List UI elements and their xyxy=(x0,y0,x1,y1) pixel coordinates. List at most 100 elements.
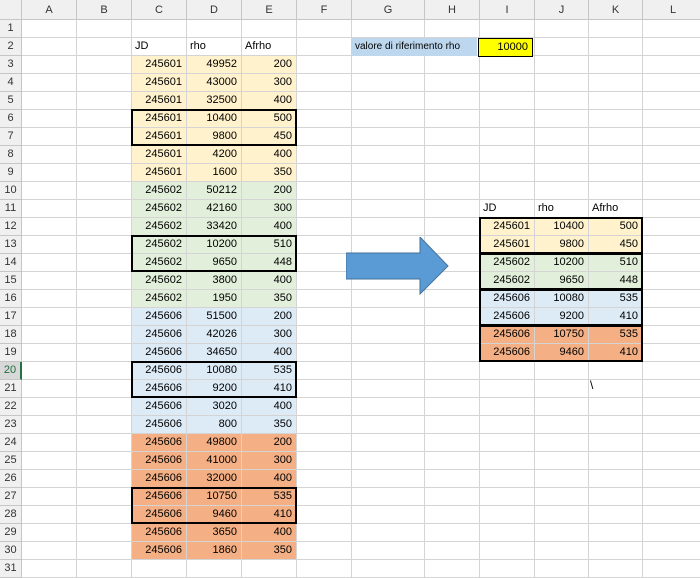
cell[interactable] xyxy=(480,416,535,434)
left-jd-cell[interactable]: 245601 xyxy=(132,146,187,164)
cell[interactable] xyxy=(297,542,352,560)
cell[interactable] xyxy=(643,470,700,488)
row-header-13[interactable]: 13 xyxy=(0,236,22,254)
cell[interactable] xyxy=(77,236,132,254)
cell[interactable] xyxy=(22,272,77,290)
left-rho-cell[interactable]: 9200 xyxy=(187,380,242,398)
left-rho-cell[interactable]: 10080 xyxy=(187,362,242,380)
cell[interactable] xyxy=(77,470,132,488)
cell[interactable] xyxy=(77,506,132,524)
left-rho-cell[interactable]: 4200 xyxy=(187,146,242,164)
column-header-d[interactable]: D xyxy=(187,0,242,20)
reference-value-cell[interactable]: 10000 xyxy=(478,38,533,57)
row-header-20[interactable]: 20 xyxy=(0,362,22,380)
cell[interactable] xyxy=(77,74,132,92)
left-rho-cell[interactable]: 33420 xyxy=(187,218,242,236)
cell[interactable] xyxy=(132,560,187,578)
row-header-30[interactable]: 30 xyxy=(0,542,22,560)
right-header-rho[interactable]: rho xyxy=(535,200,589,218)
cell[interactable] xyxy=(589,470,643,488)
left-afrho-cell[interactable]: 400 xyxy=(242,470,297,488)
cell[interactable] xyxy=(77,398,132,416)
cell[interactable] xyxy=(535,92,589,110)
cell[interactable] xyxy=(297,416,352,434)
cell[interactable] xyxy=(480,488,535,506)
cell[interactable] xyxy=(425,308,480,326)
cell[interactable] xyxy=(643,236,700,254)
cell[interactable] xyxy=(643,182,700,200)
left-jd-cell[interactable]: 245601 xyxy=(132,56,187,74)
left-rho-cell[interactable]: 9800 xyxy=(187,128,242,146)
cell[interactable] xyxy=(589,20,643,38)
column-header-g[interactable]: G xyxy=(352,0,425,20)
cell[interactable] xyxy=(297,308,352,326)
cell[interactable] xyxy=(425,164,480,182)
left-afrho-cell[interactable]: 350 xyxy=(242,542,297,560)
cell[interactable] xyxy=(589,38,643,56)
left-afrho-cell[interactable]: 400 xyxy=(242,344,297,362)
cell[interactable] xyxy=(535,542,589,560)
cell[interactable] xyxy=(425,110,480,128)
left-afrho-cell[interactable]: 510 xyxy=(242,236,297,254)
cell[interactable] xyxy=(77,434,132,452)
left-header-rho[interactable]: rho xyxy=(187,38,242,56)
left-jd-cell[interactable]: 245601 xyxy=(132,74,187,92)
cell[interactable] xyxy=(297,254,352,272)
cell[interactable] xyxy=(425,434,480,452)
cell[interactable] xyxy=(187,560,242,578)
cell[interactable] xyxy=(77,524,132,542)
cell[interactable] xyxy=(352,20,425,38)
left-rho-cell[interactable]: 49952 xyxy=(187,56,242,74)
left-afrho-cell[interactable]: 200 xyxy=(242,434,297,452)
column-header-f[interactable]: F xyxy=(297,0,352,20)
row-header-15[interactable]: 15 xyxy=(0,272,22,290)
cell[interactable] xyxy=(589,380,643,398)
cell[interactable] xyxy=(535,182,589,200)
cell[interactable] xyxy=(297,470,352,488)
cell[interactable] xyxy=(352,488,425,506)
cell[interactable] xyxy=(589,434,643,452)
cell[interactable] xyxy=(643,20,700,38)
cell[interactable] xyxy=(297,236,352,254)
cell[interactable] xyxy=(480,524,535,542)
cell[interactable] xyxy=(535,488,589,506)
cell[interactable] xyxy=(480,56,535,74)
left-jd-cell[interactable]: 245601 xyxy=(132,110,187,128)
cell[interactable] xyxy=(77,272,132,290)
cell[interactable] xyxy=(352,110,425,128)
cell[interactable] xyxy=(297,290,352,308)
cell[interactable] xyxy=(132,20,187,38)
cell[interactable] xyxy=(425,74,480,92)
cell[interactable] xyxy=(352,416,425,434)
cell[interactable] xyxy=(22,164,77,182)
cell[interactable] xyxy=(535,434,589,452)
cell[interactable] xyxy=(480,470,535,488)
cell[interactable] xyxy=(22,128,77,146)
left-jd-cell[interactable]: 245601 xyxy=(132,92,187,110)
cell[interactable] xyxy=(643,92,700,110)
cell[interactable] xyxy=(352,542,425,560)
cell[interactable] xyxy=(77,128,132,146)
left-jd-cell[interactable]: 245602 xyxy=(132,254,187,272)
cell[interactable] xyxy=(535,362,589,380)
row-header-27[interactable]: 27 xyxy=(0,488,22,506)
cell[interactable] xyxy=(352,146,425,164)
row-header-29[interactable]: 29 xyxy=(0,524,22,542)
cell[interactable] xyxy=(425,362,480,380)
cell[interactable] xyxy=(589,56,643,74)
left-afrho-cell[interactable]: 535 xyxy=(242,488,297,506)
left-rho-cell[interactable]: 10750 xyxy=(187,488,242,506)
left-rho-cell[interactable]: 50212 xyxy=(187,182,242,200)
left-rho-cell[interactable]: 3020 xyxy=(187,398,242,416)
cell[interactable] xyxy=(22,326,77,344)
cell[interactable] xyxy=(352,470,425,488)
cell[interactable] xyxy=(77,146,132,164)
right-rho-cell[interactable]: 9650 xyxy=(535,272,589,290)
cell[interactable] xyxy=(589,362,643,380)
cell[interactable] xyxy=(643,344,700,362)
cell[interactable] xyxy=(425,560,480,578)
left-afrho-cell[interactable]: 448 xyxy=(242,254,297,272)
cell[interactable] xyxy=(643,434,700,452)
cell[interactable] xyxy=(352,200,425,218)
cell[interactable] xyxy=(643,110,700,128)
